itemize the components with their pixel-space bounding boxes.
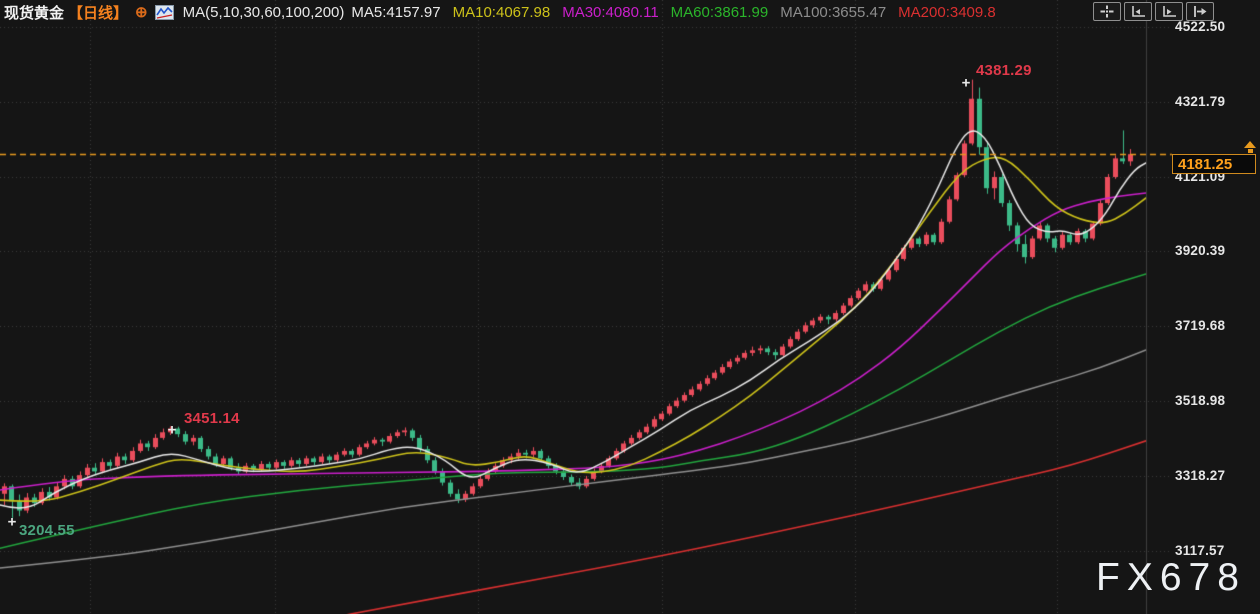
price-up-arrow-icon	[1243, 141, 1257, 154]
scale-back-button[interactable]	[1124, 2, 1152, 21]
swing-high-cross-marker: +	[168, 421, 177, 438]
symbol-title: 现货黄金	[4, 2, 64, 23]
last-price-tag: 4181.25	[1172, 154, 1256, 174]
ma-legend: MA5:4157.97 MA10:4067.98 MA30:4080.11 MA60:…	[351, 4, 995, 21]
y-axis-label: 3719.68	[1175, 318, 1255, 333]
high-cross-marker: +	[962, 74, 971, 91]
period-tag: 【日线】	[68, 2, 128, 23]
ma-legend-item: MA30:4080.11	[562, 4, 658, 21]
chart-type-icon[interactable]	[155, 5, 174, 20]
last-price-value: 4181.25	[1178, 156, 1232, 173]
jump-latest-button[interactable]	[1186, 2, 1214, 21]
ma-legend-item: MA60:3861.99	[671, 4, 769, 21]
price-annotation: 3204.55	[19, 522, 75, 539]
ma-legend-item: MA100:3655.47	[780, 4, 886, 21]
price-annotation: 4381.29	[976, 62, 1032, 79]
ma-legend-item: MA200:3409.8	[898, 4, 996, 21]
y-axis-label: 4321.79	[1175, 94, 1255, 109]
y-axis-label: 3318.27	[1175, 468, 1255, 483]
ma-legend-item: MA10:4067.98	[453, 4, 551, 21]
scale-forward-button[interactable]	[1155, 2, 1183, 21]
candlestick-chart-canvas[interactable]	[0, 0, 1260, 614]
y-axis-label: 3920.39	[1175, 243, 1255, 258]
y-axis-label: 4522.50	[1175, 19, 1255, 34]
ma-legend-item: MA5:4157.97	[351, 4, 440, 21]
chart-toolbar	[1093, 2, 1214, 21]
watermark: FX678	[1096, 556, 1246, 600]
chart-window: 现货黄金 【日线】 ⊕ MA(5,10,30,60,100,200) MA5:4…	[0, 0, 1260, 614]
chart-header: 现货黄金 【日线】 ⊕ MA(5,10,30,60,100,200) MA5:4…	[4, 2, 996, 22]
pan-crosshair-button[interactable]	[1093, 2, 1121, 21]
ma-group-label: MA(5,10,30,60,100,200)	[183, 4, 345, 21]
add-indicator-icon[interactable]: ⊕	[135, 5, 148, 20]
low-cross-marker: +	[8, 513, 17, 530]
y-axis-label: 3518.98	[1175, 393, 1255, 408]
price-annotation: 3451.14	[184, 410, 240, 427]
